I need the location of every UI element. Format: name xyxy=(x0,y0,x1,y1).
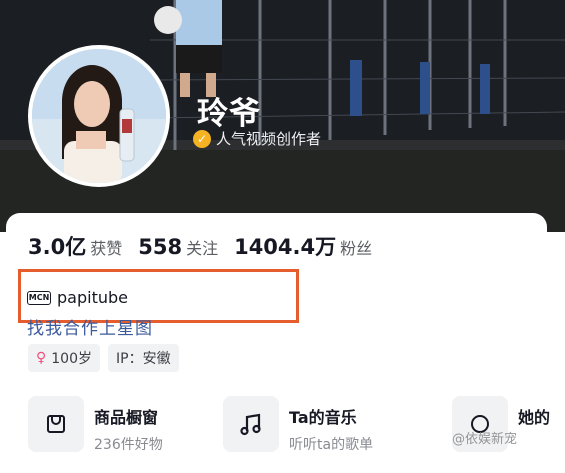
avatar[interactable] xyxy=(28,45,170,187)
age-tag: ♀ 100岁 xyxy=(28,344,100,372)
following-count[interactable]: 558 xyxy=(138,235,182,259)
entry-title: 商品橱窗 xyxy=(94,408,159,427)
collab-link[interactable]: 找我合作上星图 xyxy=(27,314,153,339)
profile-stats: 3.0亿 获赞 558 关注 1404.4万 粉丝 xyxy=(28,231,388,261)
shopping-bag-icon xyxy=(28,396,84,452)
profile-nickname: 玲爷 xyxy=(197,96,261,132)
entry-subtitle: 听听ta的歌单 xyxy=(289,437,374,453)
age-text: 100岁 xyxy=(51,351,92,367)
verified-badge-icon: ✓ xyxy=(193,129,211,148)
entry-title: 她的 xyxy=(518,408,551,427)
entry-title: Ta的音乐 xyxy=(289,408,357,427)
likes-count[interactable]: 3.0亿 xyxy=(28,231,86,261)
profile-tags: ♀ 100岁 IP：安徽 xyxy=(28,344,179,372)
shop-window-entry[interactable]: 商品橱窗 236件好物 xyxy=(28,396,163,454)
music-note-icon xyxy=(223,396,279,452)
watermark-text: @依娱新宠 xyxy=(452,432,518,447)
entry-subtitle: 236件好物 xyxy=(94,437,163,453)
music-entry[interactable]: Ta的音乐 听听ta的歌单 xyxy=(223,396,373,454)
ip-location-text: IP：安徽 xyxy=(116,351,171,367)
followers-count[interactable]: 1404.4万 xyxy=(234,231,336,261)
watermark: @依娱新宠 xyxy=(452,428,517,447)
ip-location-tag: IP：安徽 xyxy=(108,344,179,372)
verification-line: ✓ 人气视频创作者 xyxy=(193,128,321,149)
likes-label: 获赞 xyxy=(90,239,123,258)
followers-label: 粉丝 xyxy=(340,239,373,258)
avatar-photo xyxy=(32,49,166,183)
following-label: 关注 xyxy=(186,239,219,258)
verification-text: 人气视频创作者 xyxy=(216,130,322,148)
female-icon: ♀ xyxy=(36,350,47,366)
